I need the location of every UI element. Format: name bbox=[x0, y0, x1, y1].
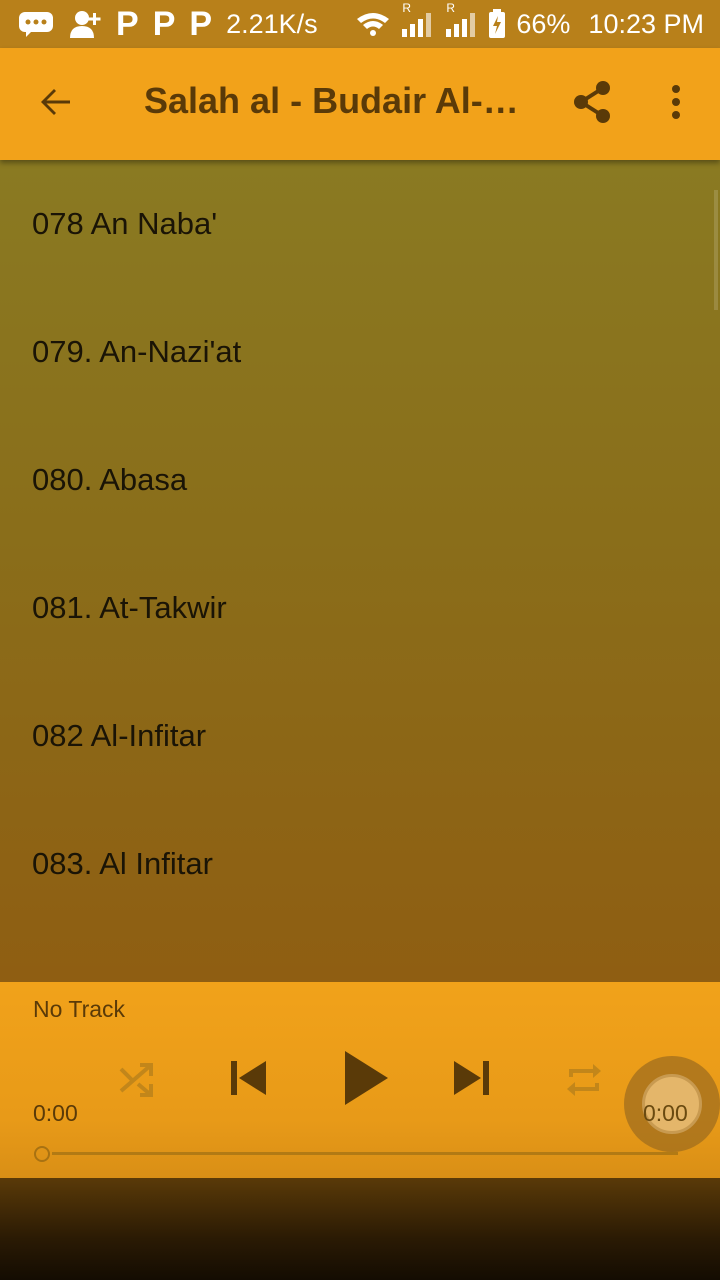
p-app-icon: P bbox=[116, 5, 139, 43]
app-bar: Salah al - Budair Al-… bbox=[0, 48, 720, 160]
progress-bar[interactable] bbox=[52, 1152, 678, 1155]
signal-icon: R bbox=[444, 1, 478, 37]
battery-percent: 66% bbox=[516, 8, 571, 39]
wifi-icon bbox=[356, 11, 390, 37]
p-app-icon: P bbox=[152, 5, 176, 43]
previous-button[interactable] bbox=[222, 1054, 274, 1106]
share-button[interactable] bbox=[566, 78, 618, 130]
next-button[interactable] bbox=[446, 1054, 498, 1106]
arrow-back-icon bbox=[38, 84, 74, 125]
total-time: 0:00 bbox=[643, 1100, 688, 1126]
clock: 10:23 PM bbox=[588, 8, 704, 39]
list-item[interactable]: 082 Al-Infitar bbox=[0, 672, 720, 800]
progress-knob[interactable] bbox=[34, 1146, 50, 1162]
network-speed: 2.21K/s bbox=[226, 8, 318, 39]
signal-icon: R bbox=[400, 1, 434, 37]
p-app-icon: P bbox=[189, 5, 213, 43]
more-options-button[interactable] bbox=[650, 78, 702, 130]
page-title: Salah al - Budair Al-… bbox=[144, 80, 519, 121]
elapsed-time: 0:00 bbox=[33, 1100, 78, 1126]
list-item[interactable]: 083. Al Infitar bbox=[0, 800, 720, 928]
list-item[interactable]: 078 An Naba' bbox=[0, 160, 720, 288]
track-list: 078 An Naba' 079. An-Nazi'at 080. Abasa … bbox=[0, 160, 720, 982]
list-item[interactable]: 079. An-Nazi'at bbox=[0, 288, 720, 416]
list-item[interactable]: 080. Abasa bbox=[0, 416, 720, 544]
player-panel: No Track 0:00 0:00 bbox=[0, 982, 720, 1178]
bottom-background bbox=[0, 1178, 720, 1280]
skip-next-icon bbox=[452, 1058, 492, 1103]
scrollbar[interactable] bbox=[714, 190, 718, 310]
add-contact-icon bbox=[68, 9, 102, 39]
list-item[interactable]: 081. At-Takwir bbox=[0, 544, 720, 672]
shuffle-button[interactable] bbox=[112, 1058, 160, 1106]
skip-previous-icon bbox=[228, 1058, 268, 1103]
battery-icon bbox=[488, 9, 506, 39]
shuffle-icon bbox=[118, 1062, 154, 1103]
play-button[interactable] bbox=[334, 1046, 398, 1114]
message-icon bbox=[18, 11, 54, 37]
now-playing-label: No Track bbox=[33, 996, 126, 1022]
back-button[interactable] bbox=[30, 78, 82, 130]
status-bar: P P P 2.21K/s R R 66% 10:23 PM bbox=[0, 0, 720, 48]
play-icon bbox=[343, 1049, 389, 1112]
share-icon bbox=[572, 80, 612, 129]
repeat-icon bbox=[565, 1061, 603, 1104]
repeat-button[interactable] bbox=[560, 1058, 608, 1106]
more-vert-icon bbox=[670, 84, 682, 125]
